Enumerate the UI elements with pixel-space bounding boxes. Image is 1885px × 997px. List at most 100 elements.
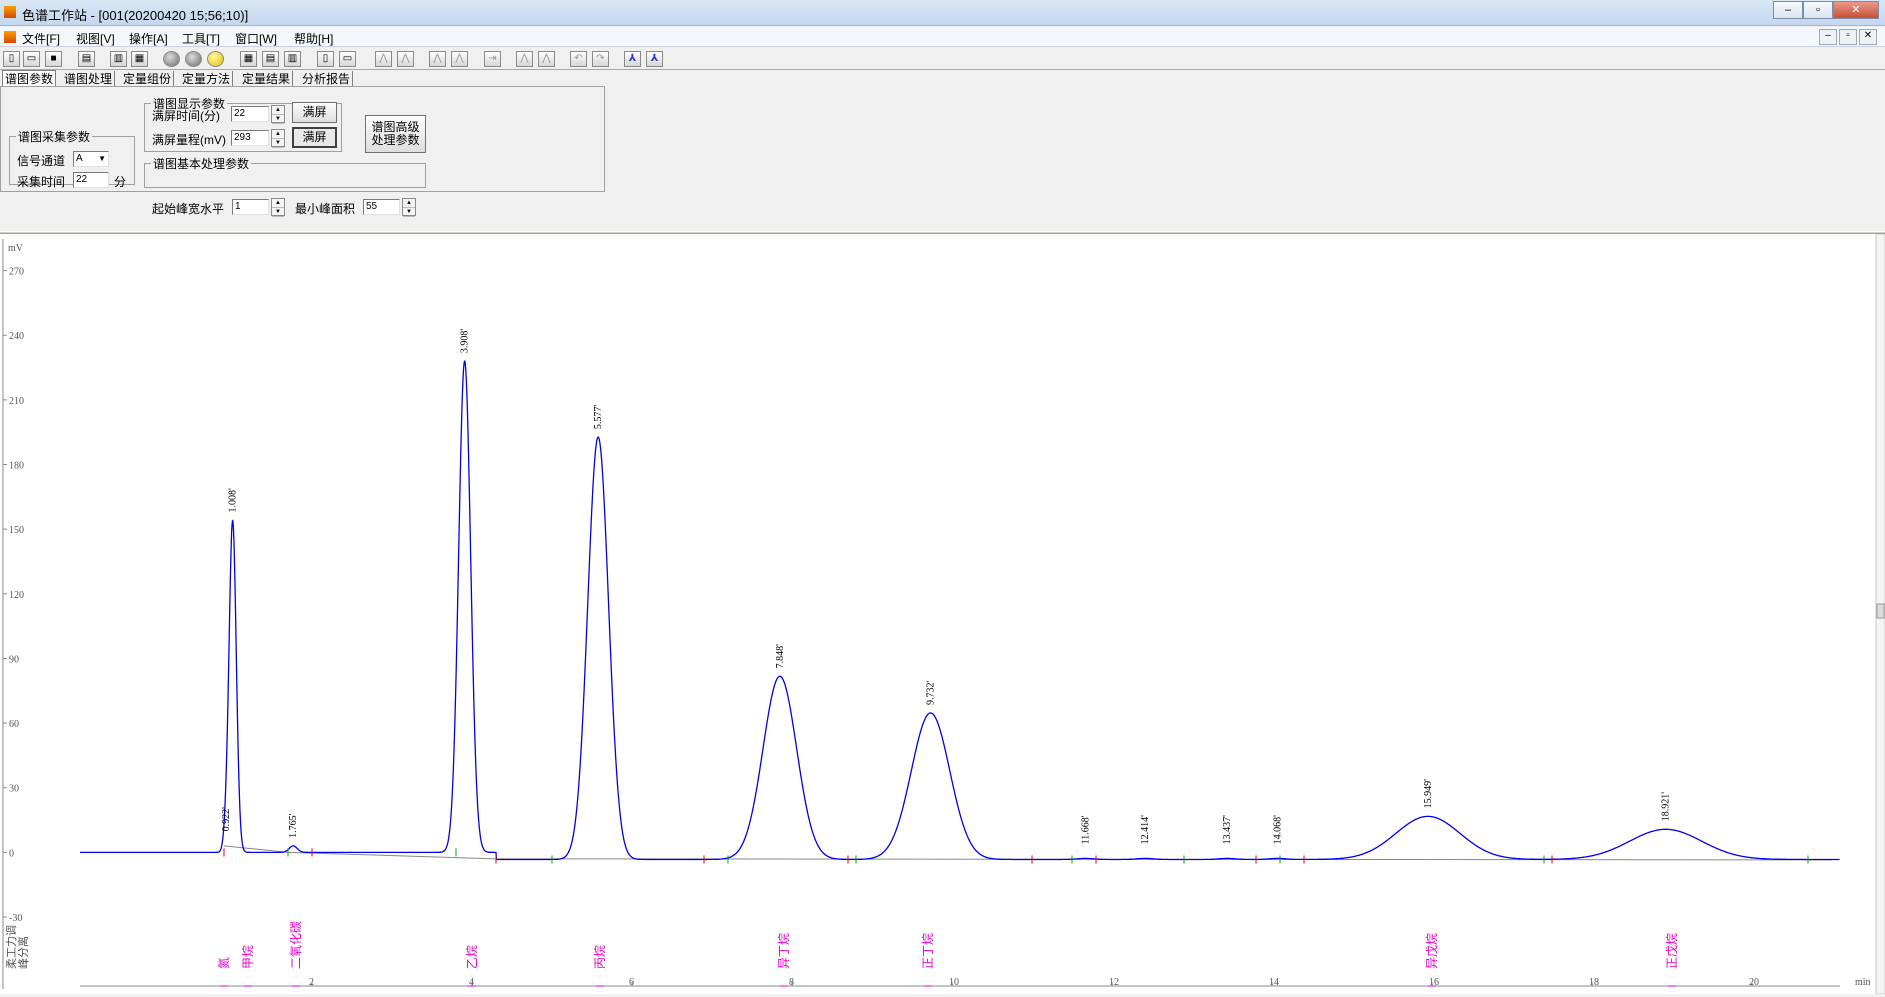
parameters-panel: 谱图采集参数 信号通道 A ▼ 采集时间 22 分 谱图显示参数 满屏时间(分)…	[0, 86, 605, 217]
fulltime-fullscreen-button[interactable]: 满屏	[292, 102, 337, 123]
app-icon	[4, 6, 16, 18]
y-tick-label: 60	[9, 719, 19, 730]
x-tick-label: 20	[1749, 977, 1759, 988]
y-tick-label: 90	[9, 654, 19, 665]
minimize-button[interactable]: –	[1773, 1, 1803, 19]
grid-icon[interactable]: ▦	[131, 51, 148, 67]
peak-rt-label: 11.668'	[1080, 815, 1091, 844]
undo-icon[interactable]: ↶	[570, 51, 587, 67]
scrollbar-thumb[interactable]	[1876, 603, 1885, 619]
fullrange-fullscreen-button[interactable]: 满屏	[292, 127, 337, 148]
fulltime-input[interactable]: 22	[231, 106, 269, 122]
chevron-down-icon: ▼	[98, 154, 106, 163]
acq-time-input[interactable]: 22	[73, 172, 109, 188]
peak-rt-label: 5.577'	[593, 405, 604, 430]
menu-view[interactable]: 视图[V]	[76, 30, 115, 47]
x-tick-label: 2	[309, 977, 314, 988]
child-restore-button[interactable]: ▫	[1839, 29, 1857, 45]
peak-remove-icon[interactable]: ⋀	[451, 51, 468, 67]
min-area-spinner[interactable]: ▲ ▼	[402, 198, 416, 217]
component-label: 乙烷	[465, 945, 479, 969]
menu-tools[interactable]: 工具[T]	[182, 30, 220, 47]
redo-icon[interactable]: ↷	[592, 51, 609, 67]
menu-operate[interactable]: 操作[A]	[129, 30, 168, 47]
pause-icon[interactable]	[185, 51, 202, 67]
peak-rt-label: 3.908'	[460, 329, 471, 354]
component-label: 正戊烷	[1665, 933, 1679, 969]
print-icon[interactable]: ▤	[78, 51, 95, 67]
channel-select[interactable]: A ▼	[73, 151, 109, 167]
peak-icon[interactable]: ⋀	[375, 51, 392, 67]
method-icon[interactable]: ▥	[110, 51, 127, 67]
menu-window[interactable]: 窗口[W]	[235, 30, 277, 47]
import-icon[interactable]: ▭	[339, 51, 356, 67]
printer-icon[interactable]: ▥	[284, 51, 301, 67]
x-tick-label: 10	[949, 977, 959, 988]
peak-rt-label: 9.732'	[926, 680, 937, 705]
min-area-input[interactable]: 55	[363, 199, 400, 215]
zoom-all-icon[interactable]: ⋀	[538, 51, 555, 67]
child-minimize-button[interactable]: –	[1819, 29, 1837, 45]
baseline-icon[interactable]: ⇥	[484, 51, 501, 67]
peak-width-input[interactable]: 1	[232, 199, 269, 215]
menu-file[interactable]: 文件[F]	[22, 30, 60, 47]
toolbar: ▯ ▭ ■ ▤ ▥ ▦ ▦ ▤ ▥ ▯ ▭ ⋀ ⋀ ⋀ ⋀ ⇥ ⋀ ⋀ ↶ ↷ …	[0, 48, 1885, 70]
peak-rt-label: 15.949'	[1423, 779, 1434, 809]
peak-split-icon[interactable]: ⋀	[397, 51, 414, 67]
window-title: 色谱工作站 - [001(20200420 15;56;10)]	[22, 8, 249, 23]
peak-rt-label: 18.921'	[1661, 792, 1672, 822]
peak-rt-label: 0.922'	[221, 807, 232, 832]
x-axis-unit: min	[1855, 977, 1871, 988]
x-tick-label: 8	[789, 977, 794, 988]
menu-help[interactable]: 帮助[H]	[294, 30, 333, 47]
y-tick-label: 150	[9, 525, 24, 536]
zoom-peak-icon[interactable]: ⋀	[516, 51, 533, 67]
channel-value: A	[76, 153, 83, 164]
close-button[interactable]: ✕	[1833, 1, 1879, 19]
fullrange-spinner[interactable]: ▲ ▼	[271, 129, 285, 148]
save-icon[interactable]: ■	[45, 51, 62, 67]
advanced-params-button[interactable]: 谱图高级 处理参数	[365, 115, 426, 153]
peak-width-spinner[interactable]: ▲ ▼	[271, 198, 285, 217]
manual-integrate-icon[interactable]: ⅄	[624, 51, 641, 67]
auto-integrate-icon[interactable]: ⅄	[646, 51, 663, 67]
x-tick-label: 12	[1109, 977, 1119, 988]
min-area-label: 最小峰面积	[295, 202, 356, 216]
y-tick-label: 210	[9, 396, 24, 407]
x-tick-label: 6	[629, 977, 634, 988]
peak-rt-label: 1.765'	[288, 813, 299, 838]
peak-rt-label: 7.848'	[775, 644, 786, 669]
new-file-icon[interactable]: ▯	[3, 51, 20, 67]
y-tick-label: 180	[9, 460, 24, 471]
fullrange-input[interactable]: 293	[231, 130, 269, 146]
fulltime-spinner[interactable]: ▲ ▼	[271, 105, 285, 124]
x-tick-label: 18	[1589, 977, 1599, 988]
peak-rt-label: 1.008'	[228, 488, 239, 513]
component-label: 氮	[216, 957, 231, 969]
stop-icon[interactable]	[163, 51, 180, 67]
side-label: 柔工力调	[5, 925, 18, 969]
channel-label: 信号通道	[17, 154, 66, 168]
component-label: 甲烷	[241, 945, 255, 969]
export-icon[interactable]: ▯	[317, 51, 334, 67]
restore-button[interactable]: ▫	[1803, 1, 1833, 19]
acq-time-label: 采集时间	[17, 175, 66, 189]
peak-add-icon[interactable]: ⋀	[429, 51, 446, 67]
calculator-icon[interactable]: ▦	[240, 51, 257, 67]
x-tick-label: 14	[1269, 977, 1279, 988]
y-axis-unit: mV	[8, 243, 24, 254]
y-tick-label: 270	[9, 267, 24, 278]
report-icon[interactable]: ▤	[262, 51, 279, 67]
basic-processing-group: 谱图基本处理参数	[144, 155, 426, 188]
component-label: 异丁烷	[777, 933, 791, 969]
title-bar: 色谱工作站 - [001(20200420 15;56;10)] – ▫ ✕	[0, 0, 1885, 26]
open-folder-icon[interactable]: ▭	[23, 51, 40, 67]
fulltime-label: 满屏时间(分)	[152, 109, 220, 123]
child-close-button[interactable]: ✕	[1859, 29, 1877, 45]
chromatogram-chart: mV-3003060901201501802102402702 4 6 8 10 12 14…	[2, 233, 1885, 995]
document-icon[interactable]	[4, 31, 16, 43]
fullrange-label: 满屏量程(mV)	[152, 133, 226, 147]
peak-rt-label: 13.437'	[1222, 815, 1233, 845]
y-tick-label: 30	[9, 784, 19, 795]
run-icon[interactable]	[207, 51, 224, 67]
